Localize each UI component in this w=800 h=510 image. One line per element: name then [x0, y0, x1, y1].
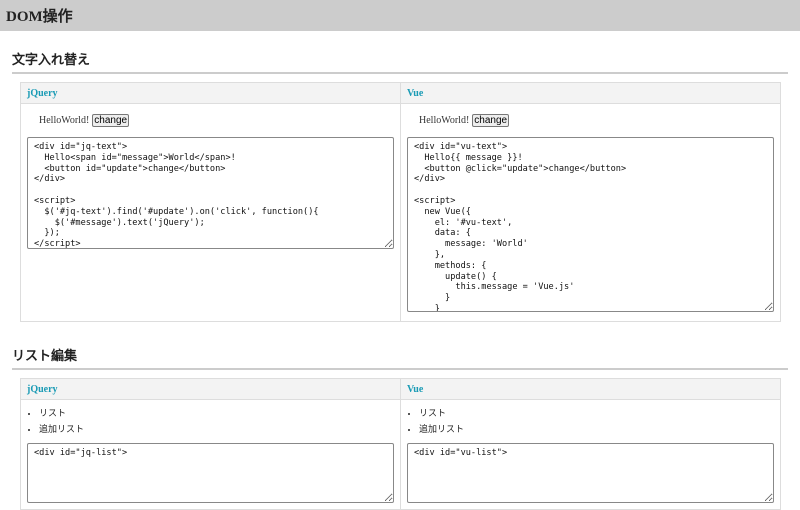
- column-header-vue: Vue: [400, 378, 781, 400]
- vue-code-textarea[interactable]: <div id="vu-text"> Hello{{ message }}! <…: [407, 137, 774, 312]
- hello-text: HelloWorld!: [419, 114, 470, 126]
- jquery-cell: HelloWorld! change <div id="jq-text"> Hel…: [20, 103, 401, 322]
- change-button[interactable]: change: [92, 113, 130, 127]
- list-item: 追加リスト: [419, 422, 774, 438]
- change-button[interactable]: change: [472, 113, 510, 127]
- vue-cell: HelloWorld! change <div id="vu-text"> Hel…: [400, 103, 781, 322]
- list-item: リスト: [39, 406, 394, 422]
- column-header-jquery: jQuery: [20, 82, 401, 104]
- text-replace-table: jQuery Vue HelloWorld! change <div id="jq…: [20, 82, 781, 322]
- hello-text: HelloWorld!: [39, 114, 90, 126]
- list-edit-table: jQuery Vue リスト 追加リスト <div id="jq-list"> …: [20, 378, 781, 510]
- jquery-list-code-textarea[interactable]: <div id="jq-list">: [27, 443, 394, 503]
- vue-cell: リスト 追加リスト <div id="vu-list">: [400, 399, 781, 510]
- section-title-list-edit: リスト編集: [12, 345, 788, 370]
- jquery-demo: HelloWorld! change: [39, 110, 394, 130]
- list-item: リスト: [419, 406, 774, 422]
- jquery-code-textarea[interactable]: <div id="jq-text"> Hello<span id="messag…: [27, 137, 394, 249]
- column-header-vue: Vue: [400, 82, 781, 104]
- vue-list: リスト 追加リスト: [407, 406, 774, 438]
- section-title-text-replace: 文字入れ替え: [12, 49, 788, 74]
- vue-list-code-textarea[interactable]: <div id="vu-list">: [407, 443, 774, 503]
- column-header-jquery: jQuery: [20, 378, 401, 400]
- page-header: DOM操作: [0, 0, 800, 31]
- vue-demo: HelloWorld! change: [419, 110, 774, 130]
- jquery-cell: リスト 追加リスト <div id="jq-list">: [20, 399, 401, 510]
- jquery-list: リスト 追加リスト: [27, 406, 394, 438]
- list-item: 追加リスト: [39, 422, 394, 438]
